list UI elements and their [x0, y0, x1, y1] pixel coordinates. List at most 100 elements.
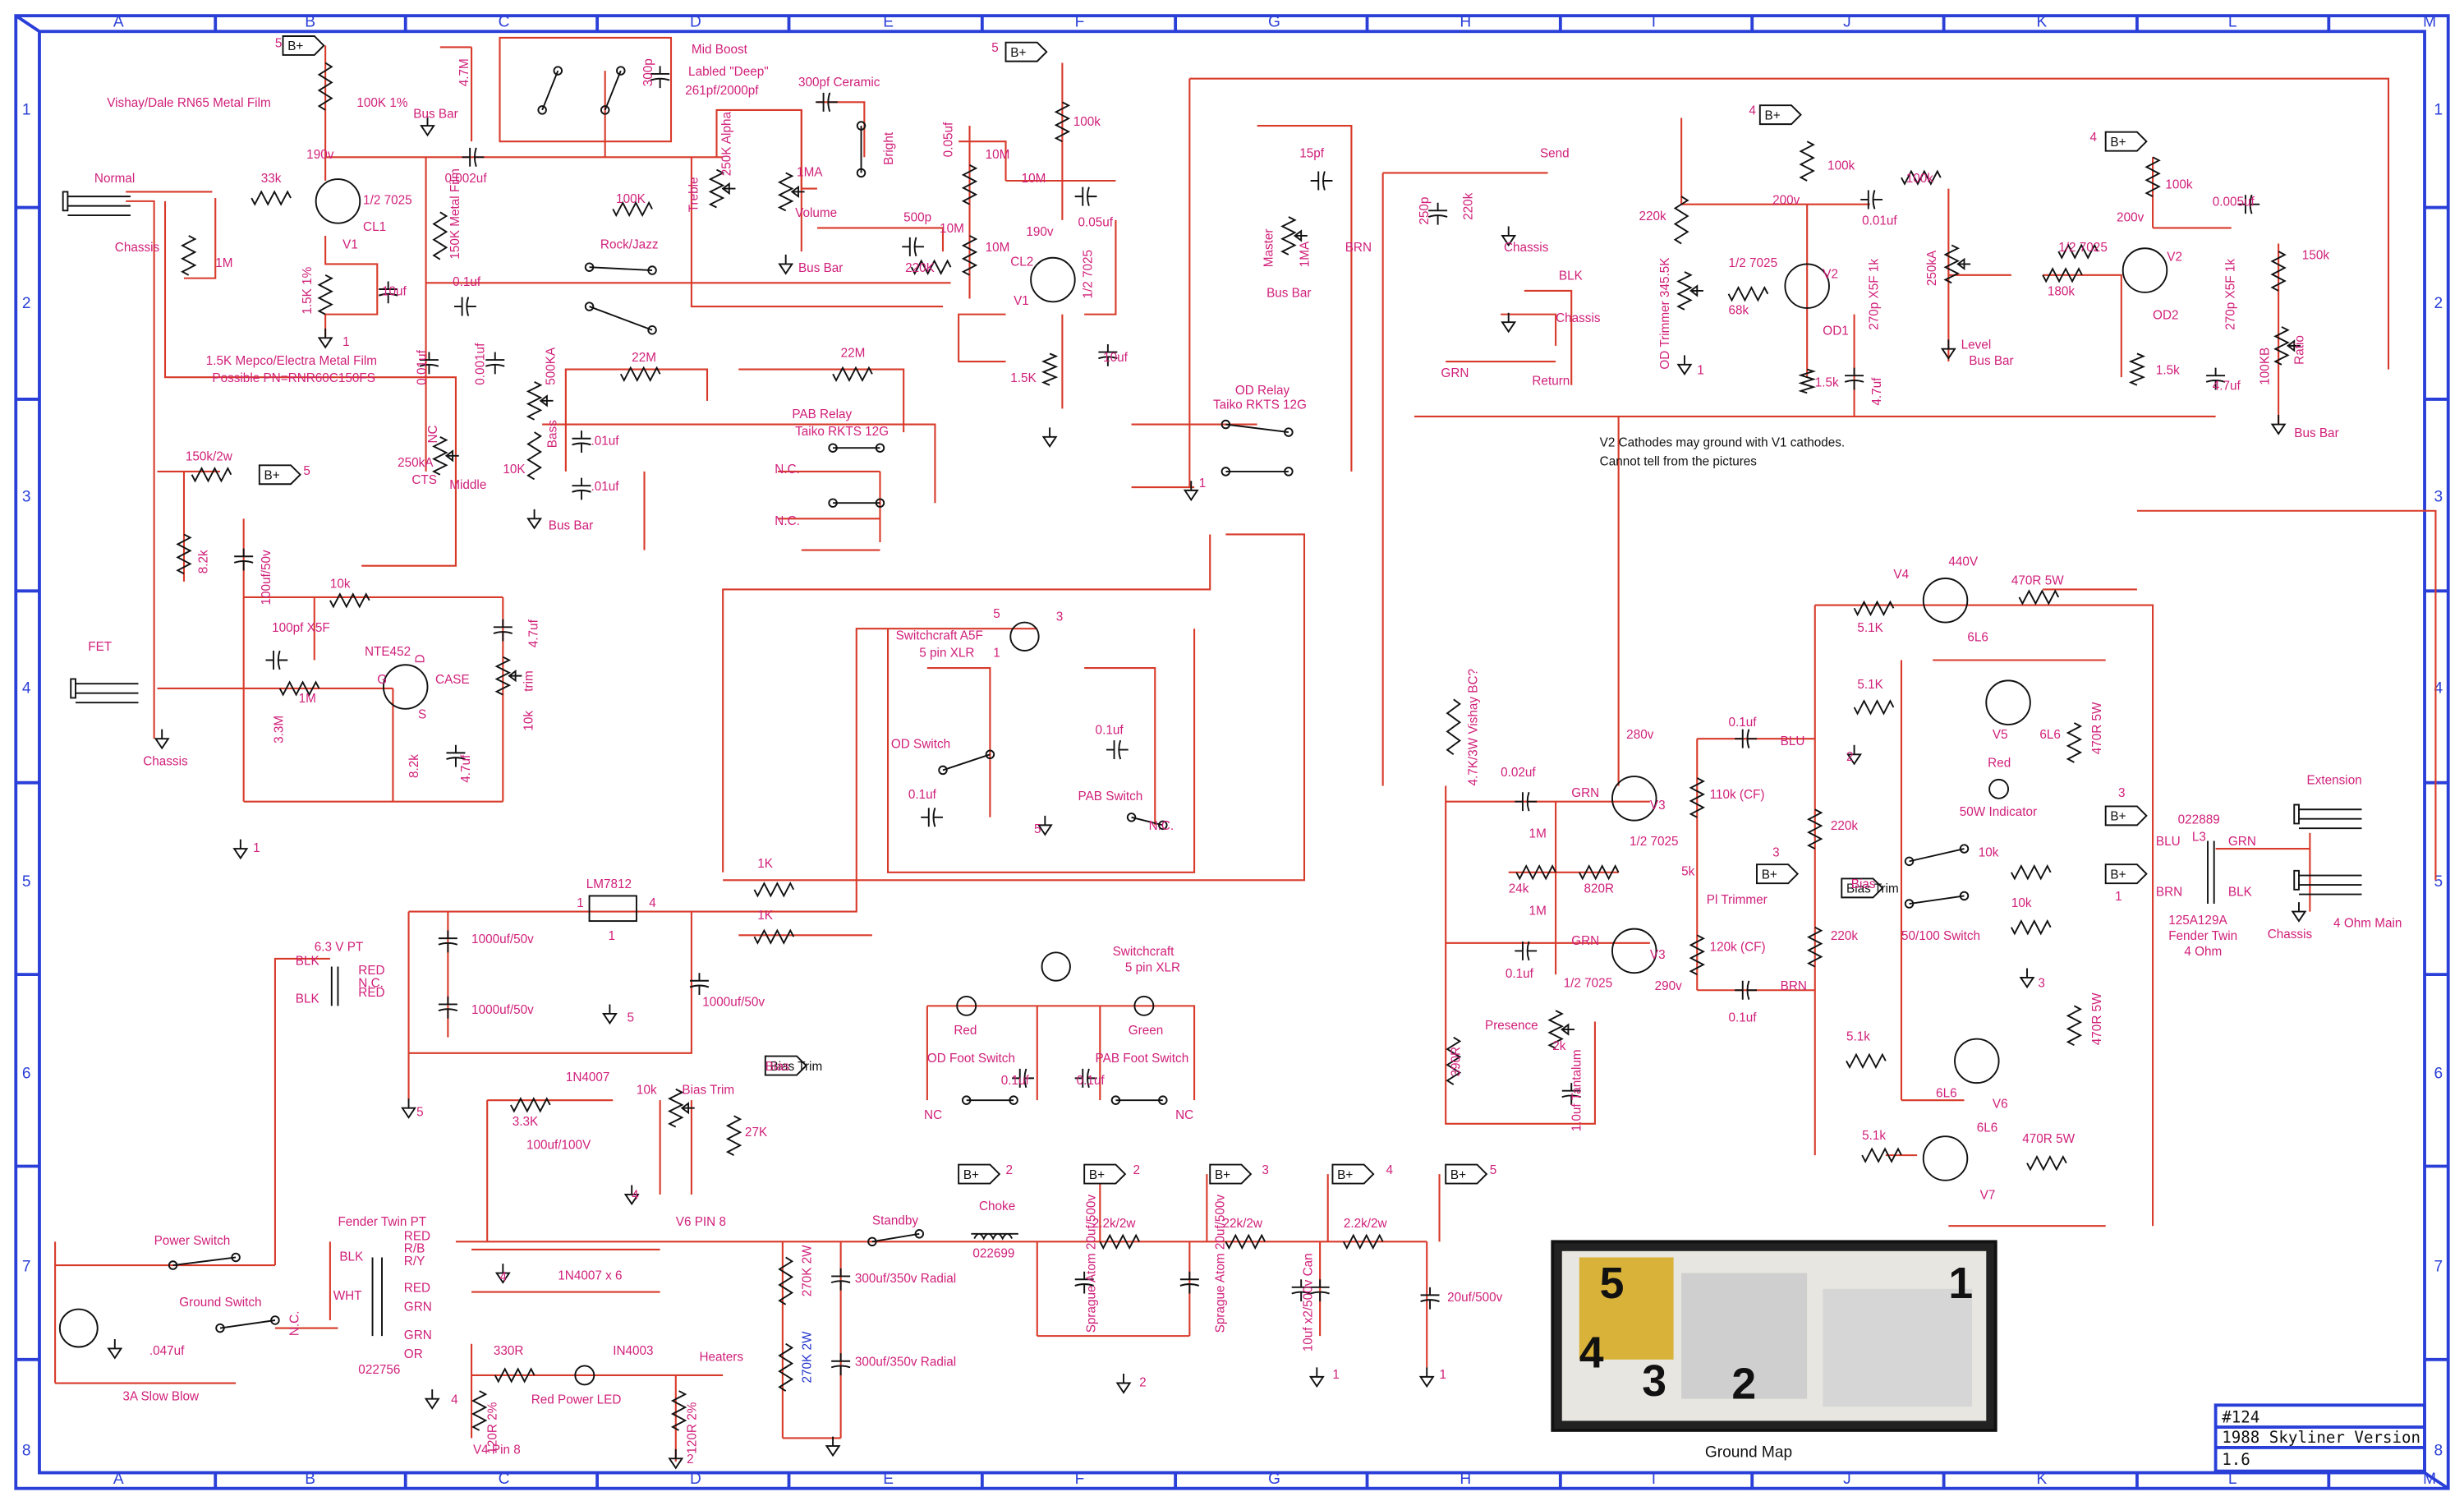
resistor — [667, 1088, 684, 1128]
component-label: Pl Trimmer — [1707, 893, 1768, 907]
component-label: Chassis — [115, 241, 160, 255]
capacitor — [902, 237, 925, 257]
b-plus-tag: B+ — [2104, 805, 2148, 826]
drawing-version: 1.6 — [2222, 1450, 2250, 1469]
drawing-title: 1988 Skyliner Version — [2222, 1428, 2420, 1447]
component-label: 50W Indicator — [1960, 805, 2037, 819]
potentiometer-wiper — [539, 394, 554, 407]
net-number: 1 — [1332, 1368, 1340, 1382]
b-plus-tag: B+ — [1083, 1163, 1127, 1185]
resistor — [1041, 352, 1059, 386]
capacitor — [454, 297, 476, 316]
component-label: BLK — [2228, 885, 2253, 899]
component-label: 220k — [1639, 209, 1666, 223]
component-label: 1000uf/50v — [702, 995, 765, 1009]
component-label: V2 — [1823, 268, 1838, 282]
component-label: BRN — [1345, 241, 1372, 255]
resistor — [2026, 1154, 2067, 1172]
row-marker: 3 — [2434, 488, 2443, 505]
component-label: 0.1uf — [1729, 716, 1758, 730]
b-plus-tag: B+ — [258, 464, 301, 486]
resistor — [1054, 101, 1071, 143]
component-label: 100k — [2165, 178, 2193, 192]
component-label: 250kA — [398, 456, 434, 470]
component-label: 290v — [1655, 979, 1683, 993]
component-label: 100pf X5F — [272, 621, 330, 635]
ground-icon — [1183, 481, 1199, 502]
component-label: GRN — [404, 1301, 432, 1315]
resistor — [777, 172, 794, 212]
grid-markers: AABBCCDDEEFFGGHHIIJJKKLLMM1 12 23 34 45 56 67 7… — [16, 14, 2448, 1489]
resistor — [1689, 777, 1705, 818]
component-label: 250p — [1418, 197, 1432, 225]
component-label: 5.1K — [1857, 678, 1883, 692]
capacitor — [1515, 941, 1538, 961]
component-label: 125A129A — [2168, 914, 2227, 928]
net-number: 1 — [2115, 890, 2122, 904]
component-label: CL1 — [363, 220, 386, 234]
component-label: 100k — [1906, 172, 1934, 186]
component-label: L3 — [2192, 831, 2206, 845]
component-label: Red — [1988, 757, 2011, 771]
component-label: 200v — [2117, 211, 2145, 225]
component-label: 6.3 V PT — [315, 940, 364, 954]
tag-label: B+ — [1089, 1168, 1105, 1182]
component-label: BLK — [1559, 269, 1584, 283]
component-label: 0.1uf — [453, 275, 481, 289]
component-label: WHT — [333, 1289, 362, 1303]
b-plus-tag: B+ — [1756, 863, 1800, 885]
component-label: Bus Bar — [798, 261, 843, 275]
component-label: 5.1k — [1862, 1129, 1886, 1143]
resistor — [1861, 1147, 1902, 1163]
net-number: 4 — [1386, 1163, 1393, 1177]
component-label: 300p — [641, 58, 655, 86]
net-number: 2 — [687, 1453, 694, 1466]
column-marker: F — [1075, 14, 1085, 31]
component-label: 300uf/350v Radial — [855, 1272, 956, 1286]
component-label: Red Power LED — [531, 1393, 622, 1407]
jack-icon — [70, 678, 139, 704]
component-label: 1/2 7025 — [363, 194, 412, 208]
resistor — [251, 190, 292, 206]
component-label: 10k — [330, 577, 351, 591]
component-label: 10uf — [1103, 351, 1129, 365]
vacuum-tube — [382, 664, 429, 710]
component-label: 0.1uf — [1096, 723, 1124, 737]
component-label: 440V — [1948, 555, 1979, 569]
row-marker: 1 — [22, 102, 31, 119]
switch-contact — [647, 325, 657, 335]
component-label: PAB Relay — [792, 407, 852, 421]
component-label: 0.1uf — [1077, 1074, 1106, 1088]
column-marker: B — [305, 1471, 315, 1488]
component-label: 6L6 — [2039, 728, 2061, 742]
component-label: 1/2 7025 — [2058, 241, 2108, 255]
component-label: Bus Bar — [413, 107, 457, 121]
component-label: Chassis — [143, 755, 188, 769]
component-label: 50/100 Switch — [1901, 929, 1980, 943]
component-label: V1 — [1014, 294, 1029, 308]
component-label: OD Foot Switch — [927, 1052, 1015, 1066]
component-label: 1K — [757, 909, 774, 923]
component-label: 261pf/2000pf — [685, 84, 759, 98]
potentiometer-wiper — [721, 182, 736, 196]
component-label: IN4003 — [613, 1344, 653, 1358]
component-label: BLK — [339, 1250, 364, 1264]
capacitor — [1860, 190, 1883, 209]
component-label: Bright — [882, 131, 896, 165]
resistor — [2066, 1005, 2083, 1047]
component-label: Vishay/Dale RN65 Metal Film — [107, 96, 270, 110]
component-label: Extension — [2307, 774, 2362, 788]
tag-label: B+ — [1765, 108, 1781, 122]
component-label: OD Switch — [891, 738, 950, 752]
capacitor — [572, 477, 591, 500]
component-label: G — [377, 673, 387, 687]
component-label: 0.001uf — [473, 343, 487, 385]
ground-marker-5: 5 — [1600, 1259, 1625, 1308]
component-label: 24k — [1509, 882, 1529, 896]
component-label: 15pf — [1299, 146, 1325, 160]
component-label: FET — [88, 640, 112, 654]
component-label: 4 Ohm Main — [2333, 917, 2402, 931]
resistor — [1446, 698, 1462, 756]
component-label: 20uf/500v — [1447, 1291, 1503, 1305]
resistor — [526, 381, 543, 421]
